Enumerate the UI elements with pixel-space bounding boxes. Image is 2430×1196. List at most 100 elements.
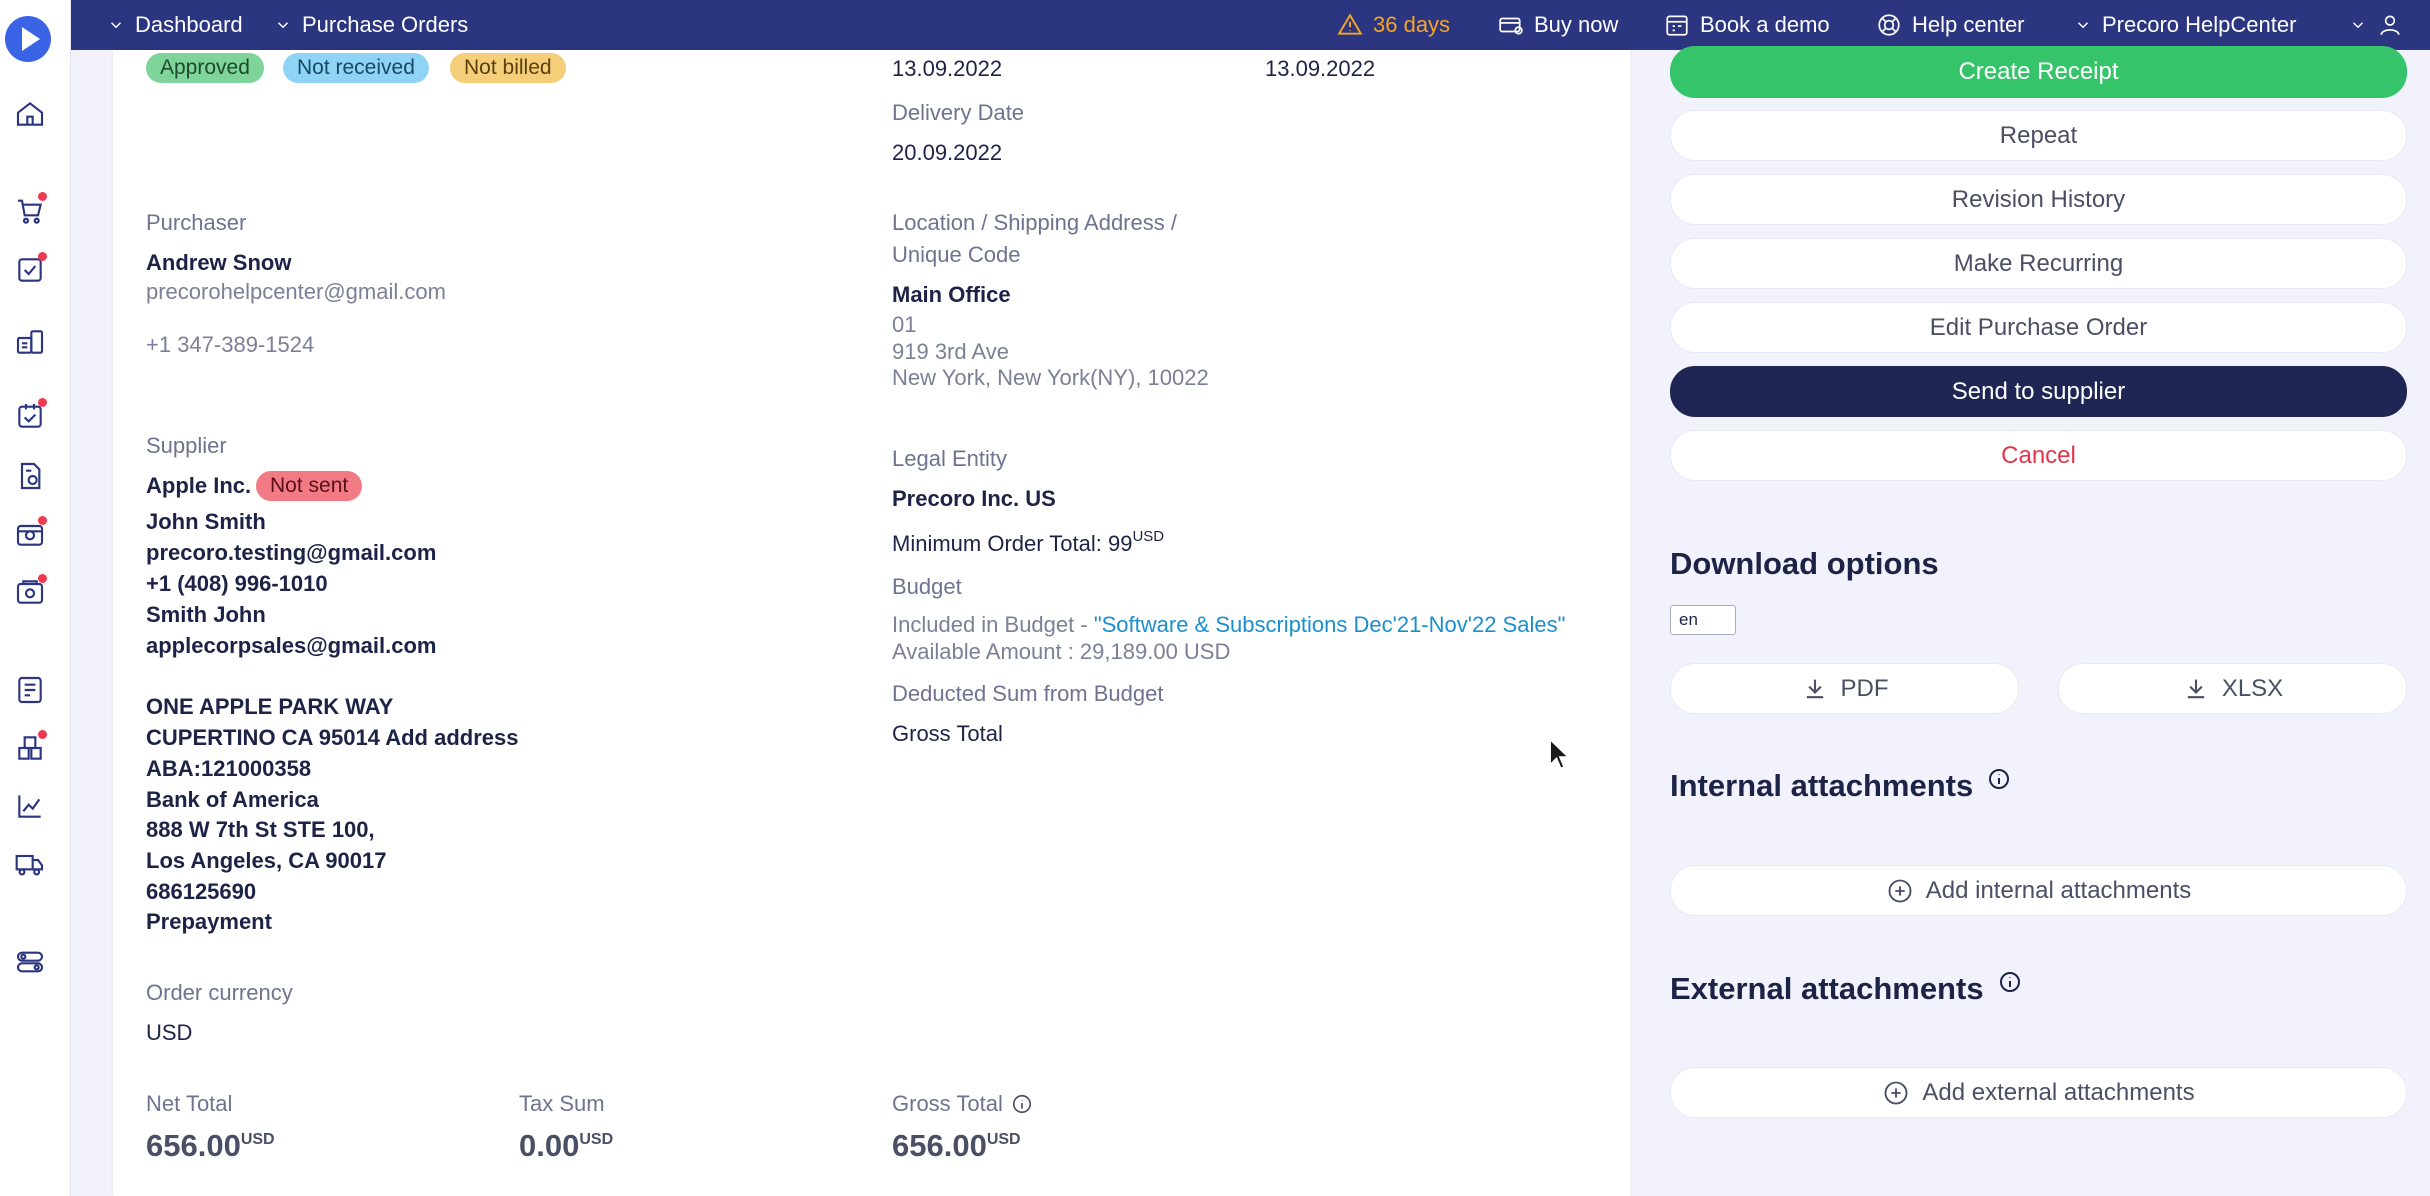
gross-total-label-text: Gross Total	[892, 1091, 1003, 1116]
tax-sum-value: 0.00USD	[519, 1128, 613, 1164]
send-to-supplier-label: Send to supplier	[1951, 377, 2126, 405]
order-date-value: 13.09.2022	[892, 56, 1003, 81]
breadcrumb-purchase-orders-label: Purchase Orders	[302, 12, 469, 37]
expenses-icon[interactable]	[14, 574, 47, 608]
net-total-label: Net Total	[146, 1091, 233, 1116]
budgets-icon[interactable]	[14, 674, 46, 706]
plus-circle-icon	[1884, 1081, 1908, 1104]
add-internal-attachments-button[interactable]: Add internal attachments	[1670, 865, 2407, 916]
make-recurring-button[interactable]: Make Recurring	[1670, 238, 2407, 289]
legal-entity-name: Precoro Inc. US	[892, 486, 1056, 511]
repeat-label: Repeat	[1999, 121, 2078, 149]
create-receipt-button[interactable]: Create Receipt	[1670, 46, 2407, 98]
download-icon	[1806, 679, 1823, 698]
invoices-icon[interactable]	[14, 460, 46, 492]
language-select[interactable]: en	[1670, 605, 1736, 635]
repeat-button[interactable]: Repeat	[1670, 110, 2407, 161]
supplier-address-line: 888 W 7th St STE 100,	[146, 817, 375, 842]
supplier-address-line: CUPERTINO CA 95014 Add address	[146, 725, 519, 750]
location-label: Location / Shipping Address /	[892, 210, 1177, 235]
tax-sum-amount: 0.00	[519, 1128, 580, 1163]
warning-icon	[1337, 13, 1363, 35]
deducted-sum-label: Deducted Sum from Budget	[892, 681, 1164, 706]
location-city: New York, New York(NY), 10022	[892, 365, 1209, 390]
net-total-amount: 656.00	[146, 1128, 241, 1163]
user-menu[interactable]	[2349, 0, 2403, 50]
minimum-order-total: Minimum Order Total: 99USD	[892, 528, 1164, 557]
budget-link[interactable]: "Software & Subscriptions Dec'21-Nov'22 …	[1094, 612, 1566, 637]
info-icon[interactable]	[1011, 1093, 1033, 1115]
tax-sum-currency: USD	[579, 1131, 614, 1148]
download-options-title: Download options	[1670, 546, 1939, 582]
edit-purchase-order-button[interactable]: Edit Purchase Order	[1670, 302, 2407, 353]
supplier-contact-email-2: applecorpsales@gmail.com	[146, 633, 437, 658]
receipts-icon[interactable]	[14, 398, 47, 432]
budget-available-amount: Available Amount : 29,189.00 USD	[892, 639, 1231, 664]
external-attachments-title-text: External attachments	[1670, 971, 1984, 1006]
cancel-button[interactable]: Cancel	[1670, 430, 2407, 481]
shipping-icon[interactable]	[14, 848, 46, 880]
supplier-name[interactable]: Apple Inc.	[146, 473, 251, 499]
add-external-attachments-button[interactable]: Add external attachments	[1670, 1067, 2407, 1118]
supplier-payment-terms: Prepayment	[146, 909, 272, 934]
supplier-address-line: Los Angeles, CA 90017	[146, 848, 387, 873]
book-demo-link[interactable]: Book a demo	[1664, 0, 1830, 50]
company-switcher[interactable]: Precoro HelpCenter	[2074, 0, 2296, 50]
help-center-link[interactable]: Help center	[1876, 0, 2025, 50]
approval-date-value: 13.09.2022	[1265, 56, 1376, 81]
info-icon[interactable]	[1998, 970, 2022, 994]
supplier-address-line: ONE APPLE PARK WAY	[146, 694, 394, 719]
supplier-contact-name-2: Smith John	[146, 602, 266, 627]
send-to-supplier-button[interactable]: Send to supplier	[1670, 366, 2407, 417]
notification-dot	[38, 574, 47, 583]
location-label-line2: Unique Code	[892, 242, 1021, 267]
download-options-title-text: Download options	[1670, 546, 1939, 581]
info-icon[interactable]	[1987, 767, 2011, 791]
precoro-logo[interactable]	[5, 16, 51, 62]
order-currency-value: USD	[146, 1020, 193, 1045]
home-icon[interactable]	[14, 98, 46, 130]
download-pdf-label: PDF	[1840, 674, 1889, 702]
book-demo-label: Book a demo	[1700, 12, 1830, 37]
download-pdf-button[interactable]: PDF	[1670, 663, 2019, 714]
notification-dot	[38, 398, 47, 407]
status-badge-not-billed: Not billed	[450, 53, 566, 83]
download-xlsx-button[interactable]: XLSX	[2058, 663, 2407, 714]
breadcrumb-dashboard[interactable]: Dashboard	[107, 0, 243, 50]
download-xlsx-label: XLSX	[2221, 674, 2284, 702]
suppliers-icon[interactable]	[14, 326, 46, 358]
chevron-down-icon	[2352, 22, 2364, 29]
payments-icon[interactable]	[14, 516, 47, 550]
delivery-date-label: Delivery Date	[892, 100, 1025, 125]
purchaser-phone: +1 347-389-1524	[146, 332, 315, 357]
gross-total-amount: 656.00	[892, 1128, 987, 1163]
lifebuoy-icon	[1878, 14, 1900, 36]
location-code: 01	[892, 312, 917, 337]
settings-toggle-icon[interactable]	[14, 946, 46, 978]
gross-total-value: 656.00USD	[892, 1128, 1021, 1164]
approvals-icon[interactable]	[14, 252, 47, 286]
purchaser-email[interactable]: precorohelpcenter@gmail.com	[146, 279, 446, 305]
company-name: Precoro HelpCenter	[2102, 12, 2297, 37]
supplier-address-line: Bank of America	[146, 787, 319, 812]
add-internal-attachments-label: Add internal attachments	[1925, 876, 2192, 904]
trial-warning[interactable]: 36 days	[1337, 0, 1450, 50]
top-bar: Dashboard Purchase Orders 36 days Buy no…	[71, 0, 2430, 50]
buy-now-link[interactable]: Buy now	[1498, 0, 1618, 50]
order-currency-label: Order currency	[146, 980, 293, 1005]
gross-total-currency: USD	[986, 1131, 1021, 1148]
internal-attachments-title: Internal attachments	[1670, 768, 2011, 804]
revision-history-button[interactable]: Revision History	[1670, 174, 2407, 225]
purchaser-name: Andrew Snow	[146, 250, 292, 275]
chevron-down-icon	[110, 22, 122, 29]
card-icon	[1499, 17, 1523, 35]
cart-icon[interactable]	[14, 192, 47, 226]
gross-total-label: Gross Total	[892, 1091, 1033, 1117]
analytics-icon[interactable]	[14, 790, 46, 822]
location-street: 919 3rd Ave	[892, 339, 1010, 364]
location-name: Main Office	[892, 282, 1011, 307]
supplier-label: Supplier	[146, 433, 227, 458]
inventory-icon[interactable]	[14, 730, 47, 764]
trial-days-text: 36 days	[1373, 12, 1451, 37]
breadcrumb-purchase-orders[interactable]: Purchase Orders	[274, 0, 468, 50]
